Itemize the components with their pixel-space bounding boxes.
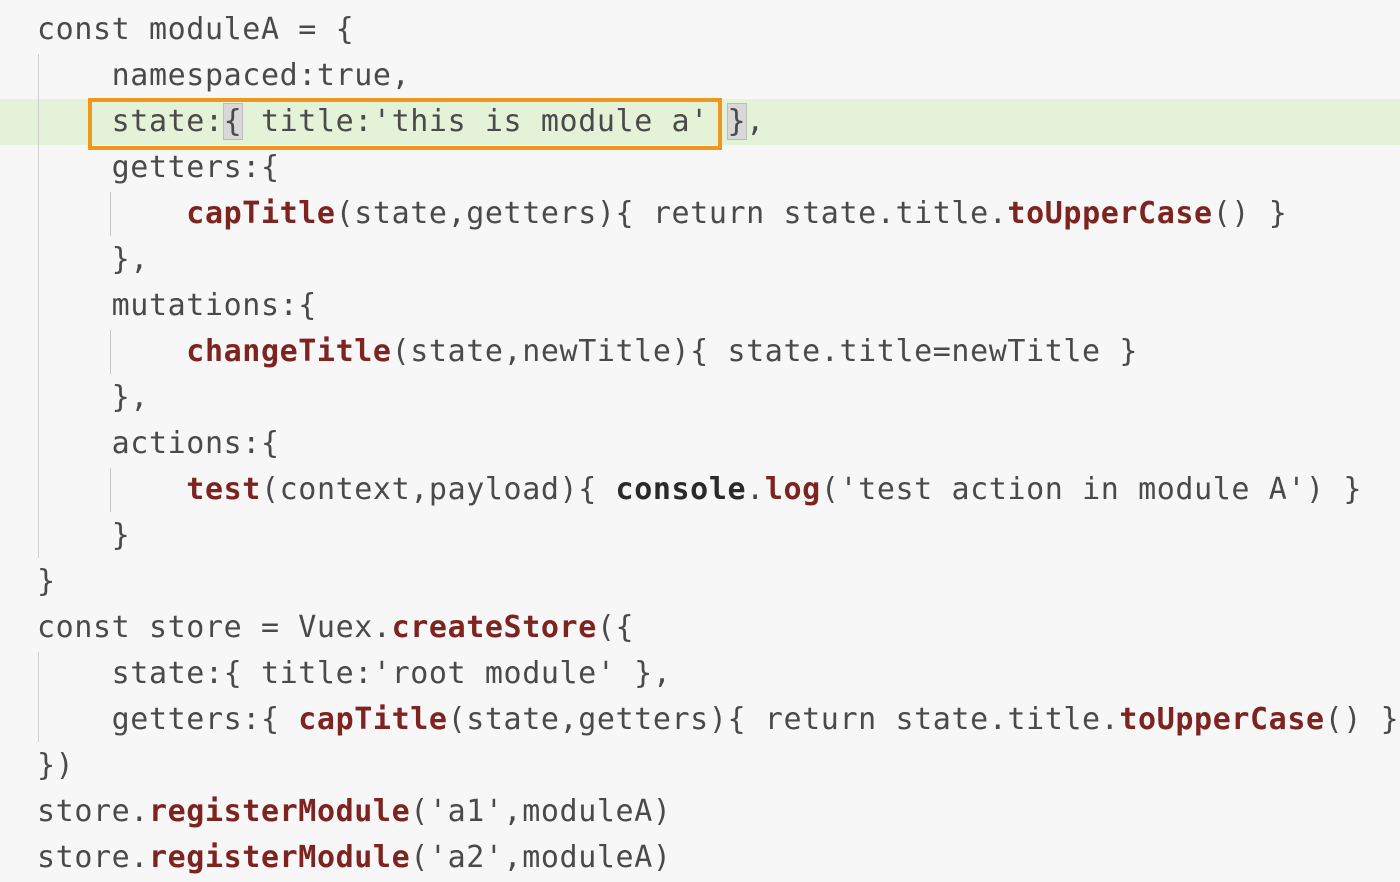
code-token: store. xyxy=(37,840,149,875)
code-token: title:'this is module a' xyxy=(242,104,728,139)
code-token: namespaced:true, xyxy=(37,58,411,93)
code-token: changeTitle xyxy=(186,334,392,369)
code-token: , xyxy=(746,104,765,139)
code-token: ('test action in module A') } xyxy=(820,472,1363,507)
code-line[interactable]: }, xyxy=(0,237,1400,283)
indent-guide xyxy=(110,192,111,236)
code-text: state:{ title:'root module' }, xyxy=(37,651,672,697)
code-token: actions:{ xyxy=(37,426,280,461)
code-text: changeTitle(state,newTitle){ state.title… xyxy=(37,329,1138,375)
code-token: const moduleA = { xyxy=(37,12,355,47)
indent-guide xyxy=(110,468,111,512)
code-token: } xyxy=(37,564,56,599)
indent-guide xyxy=(38,652,39,742)
code-token: }, xyxy=(37,242,149,277)
code-text: }, xyxy=(37,375,149,421)
code-text: getters:{ capTitle(state,getters){ retur… xyxy=(37,697,1400,743)
code-token: () } xyxy=(1212,196,1288,231)
code-token: const store = Vuex. xyxy=(37,610,392,645)
code-line[interactable]: } xyxy=(0,559,1400,605)
code-token: } xyxy=(37,518,131,553)
code-token: { xyxy=(222,103,244,140)
code-token: log xyxy=(764,472,821,507)
code-line[interactable]: }) xyxy=(0,743,1400,789)
indent-guide xyxy=(110,330,111,374)
code-token: (state,getters){ return state.title. xyxy=(335,196,1008,231)
code-text: } xyxy=(37,559,56,605)
code-token: test xyxy=(186,472,261,507)
code-token: } xyxy=(726,103,748,140)
code-text: state:{ title:'this is module a' }, xyxy=(37,99,765,145)
code-token: console xyxy=(615,472,747,507)
code-token: registerModule xyxy=(148,794,411,829)
code-line[interactable]: getters:{ capTitle(state,getters){ retur… xyxy=(0,697,1400,743)
code-token: store. xyxy=(37,794,149,829)
code-token: () }} xyxy=(1324,702,1400,737)
code-line[interactable]: capTitle(state,getters){ return state.ti… xyxy=(0,191,1400,237)
indent-guide xyxy=(38,54,39,558)
code-line[interactable]: state:{ title:'this is module a' }, xyxy=(0,99,1400,145)
code-text: getters:{ xyxy=(37,145,280,191)
code-token: }, xyxy=(37,380,149,415)
code-token: mutations:{ xyxy=(37,288,317,323)
code-token: capTitle xyxy=(298,702,448,737)
code-text: actions:{ xyxy=(37,421,280,467)
code-line[interactable]: actions:{ xyxy=(0,421,1400,467)
code-line[interactable]: }, xyxy=(0,375,1400,421)
code-text: mutations:{ xyxy=(37,283,317,329)
code-text: const store = Vuex.createStore({ xyxy=(37,605,634,651)
code-line[interactable]: mutations:{ xyxy=(0,283,1400,329)
code-token: . xyxy=(746,472,765,507)
code-line[interactable]: } xyxy=(0,513,1400,559)
code-text: test(context,payload){ console.log('test… xyxy=(37,467,1362,513)
code-editor[interactable]: const moduleA = { namespaced:true, state… xyxy=(0,0,1400,882)
code-token: capTitle xyxy=(186,196,336,231)
code-token: (context,payload){ xyxy=(260,472,616,507)
code-token: }) xyxy=(37,748,75,783)
code-token: ('a2',moduleA) xyxy=(410,840,672,875)
code-line[interactable]: test(context,payload){ console.log('test… xyxy=(0,467,1400,513)
code-token: createStore xyxy=(391,610,597,645)
code-line[interactable]: store.registerModule('a2',moduleA) xyxy=(0,835,1400,881)
code-token: registerModule xyxy=(148,840,411,875)
code-token: toUpperCase xyxy=(1007,196,1213,231)
code-text: }, xyxy=(37,237,149,283)
code-line[interactable]: store.registerModule('a1',moduleA) xyxy=(0,789,1400,835)
code-token: getters:{ xyxy=(37,702,299,737)
code-text: } xyxy=(37,513,130,559)
code-line[interactable]: getters:{ xyxy=(0,145,1400,191)
code-text: store.registerModule('a2',moduleA) xyxy=(37,835,672,881)
code-line[interactable]: namespaced:true, xyxy=(0,53,1400,99)
code-text: namespaced:true, xyxy=(37,53,410,99)
code-line[interactable]: const moduleA = { xyxy=(0,7,1400,53)
code-text: store.registerModule('a1',moduleA) xyxy=(37,789,672,835)
code-token: state:{ title:'root module' }, xyxy=(37,656,672,691)
code-line[interactable]: changeTitle(state,newTitle){ state.title… xyxy=(0,329,1400,375)
code-token: ('a1',moduleA) xyxy=(410,794,672,829)
code-token: getters:{ xyxy=(37,150,280,185)
code-line[interactable]: const store = Vuex.createStore({ xyxy=(0,605,1400,651)
code-token: (state,getters){ return state.title. xyxy=(447,702,1120,737)
code-token: (state,newTitle){ state.title=newTitle } xyxy=(391,334,1139,369)
code-text: }) xyxy=(37,743,74,789)
code-token: state: xyxy=(37,104,224,139)
code-token: ({ xyxy=(596,610,635,645)
code-token: toUpperCase xyxy=(1119,702,1325,737)
code-text: const moduleA = { xyxy=(37,7,354,53)
code-line[interactable]: state:{ title:'root module' }, xyxy=(0,651,1400,697)
code-text: capTitle(state,getters){ return state.ti… xyxy=(37,191,1287,237)
